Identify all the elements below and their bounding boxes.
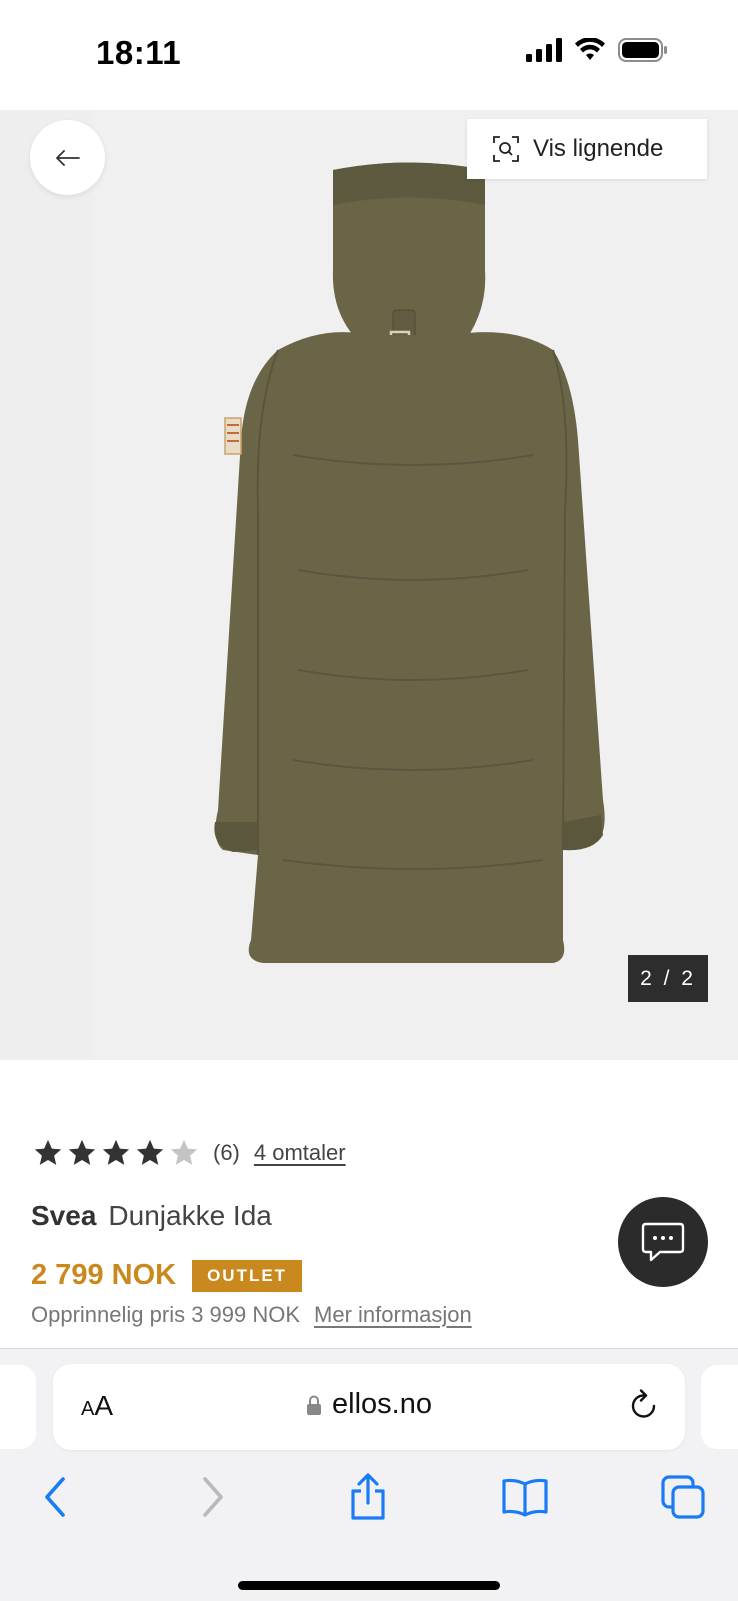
nav-forward-button[interactable] xyxy=(183,1467,243,1527)
reload-icon xyxy=(631,1389,656,1418)
bookmarks-button[interactable] xyxy=(495,1467,555,1527)
product-image[interactable] xyxy=(93,110,738,1060)
battery-icon xyxy=(618,38,667,62)
star-filled-icon xyxy=(34,1139,62,1165)
chat-button[interactable] xyxy=(618,1197,708,1287)
price-row: 2 799 NOK OUTLET xyxy=(31,1259,303,1292)
address-bar[interactable]: AA ellos.no xyxy=(53,1364,685,1450)
nav-back-button[interactable] xyxy=(25,1467,85,1527)
product-gallery[interactable]: Vis lignende 2 / 2 xyxy=(0,110,738,1060)
sale-price: 2 799 NOK xyxy=(31,1259,177,1291)
original-price-row: Opprinnelig pris 3 999 NOK Mer informasj… xyxy=(31,1302,472,1328)
book-icon xyxy=(502,1478,548,1517)
home-indicator xyxy=(238,1581,500,1590)
rating-row: (6) 4 omtaler xyxy=(33,1138,346,1168)
tabs-icon xyxy=(661,1475,705,1519)
previous-tab-peek[interactable] xyxy=(0,1365,36,1449)
original-price: Opprinnelig pris 3 999 NOK xyxy=(31,1302,301,1327)
visual-search-icon xyxy=(493,136,519,162)
browser-toolbar xyxy=(0,1467,738,1527)
status-icons xyxy=(526,38,668,62)
show-similar-button[interactable]: Vis lignende xyxy=(467,119,707,179)
chat-bubble-icon xyxy=(641,1222,685,1262)
chevron-right-icon xyxy=(203,1477,223,1517)
reviews-link[interactable]: 4 omtaler xyxy=(254,1140,346,1166)
status-bar: 18:11 xyxy=(0,0,738,110)
status-time: 18:11 xyxy=(96,34,182,71)
lock-icon xyxy=(307,1395,322,1415)
show-similar-label: Vis lignende xyxy=(533,135,664,162)
signal-icon xyxy=(526,38,562,62)
previous-image-peek[interactable] xyxy=(0,110,93,1060)
chevron-left-icon xyxy=(45,1477,65,1517)
share-button[interactable] xyxy=(338,1467,398,1527)
product-name: Dunjakke Ida xyxy=(108,1200,272,1231)
next-tab-peek[interactable] xyxy=(701,1365,738,1449)
back-button[interactable] xyxy=(30,120,105,195)
star-filled-icon xyxy=(136,1139,164,1165)
image-counter: 2 / 2 xyxy=(628,955,708,1002)
jacket-image xyxy=(214,162,605,964)
arrow-left-icon xyxy=(55,149,80,166)
tabs-button[interactable] xyxy=(653,1467,713,1527)
outlet-badge: OUTLET xyxy=(192,1259,303,1292)
url-display[interactable]: ellos.no xyxy=(53,1388,685,1421)
product-title: Svea Dunjakke Ida xyxy=(31,1200,272,1232)
more-info-link[interactable]: Mer informasjon xyxy=(314,1302,472,1328)
browser-chrome: AA ellos.no xyxy=(0,1348,738,1601)
star-filled-icon xyxy=(102,1139,130,1165)
star-empty-icon xyxy=(170,1139,198,1165)
url-text: ellos.no xyxy=(332,1388,432,1420)
reload-button[interactable] xyxy=(629,1389,659,1426)
star-rating xyxy=(33,1138,199,1168)
rating-count: (6) xyxy=(213,1140,240,1165)
wifi-icon xyxy=(575,38,605,60)
brand-name[interactable]: Svea xyxy=(31,1200,96,1231)
star-filled-icon xyxy=(68,1139,96,1165)
share-icon xyxy=(351,1473,385,1520)
